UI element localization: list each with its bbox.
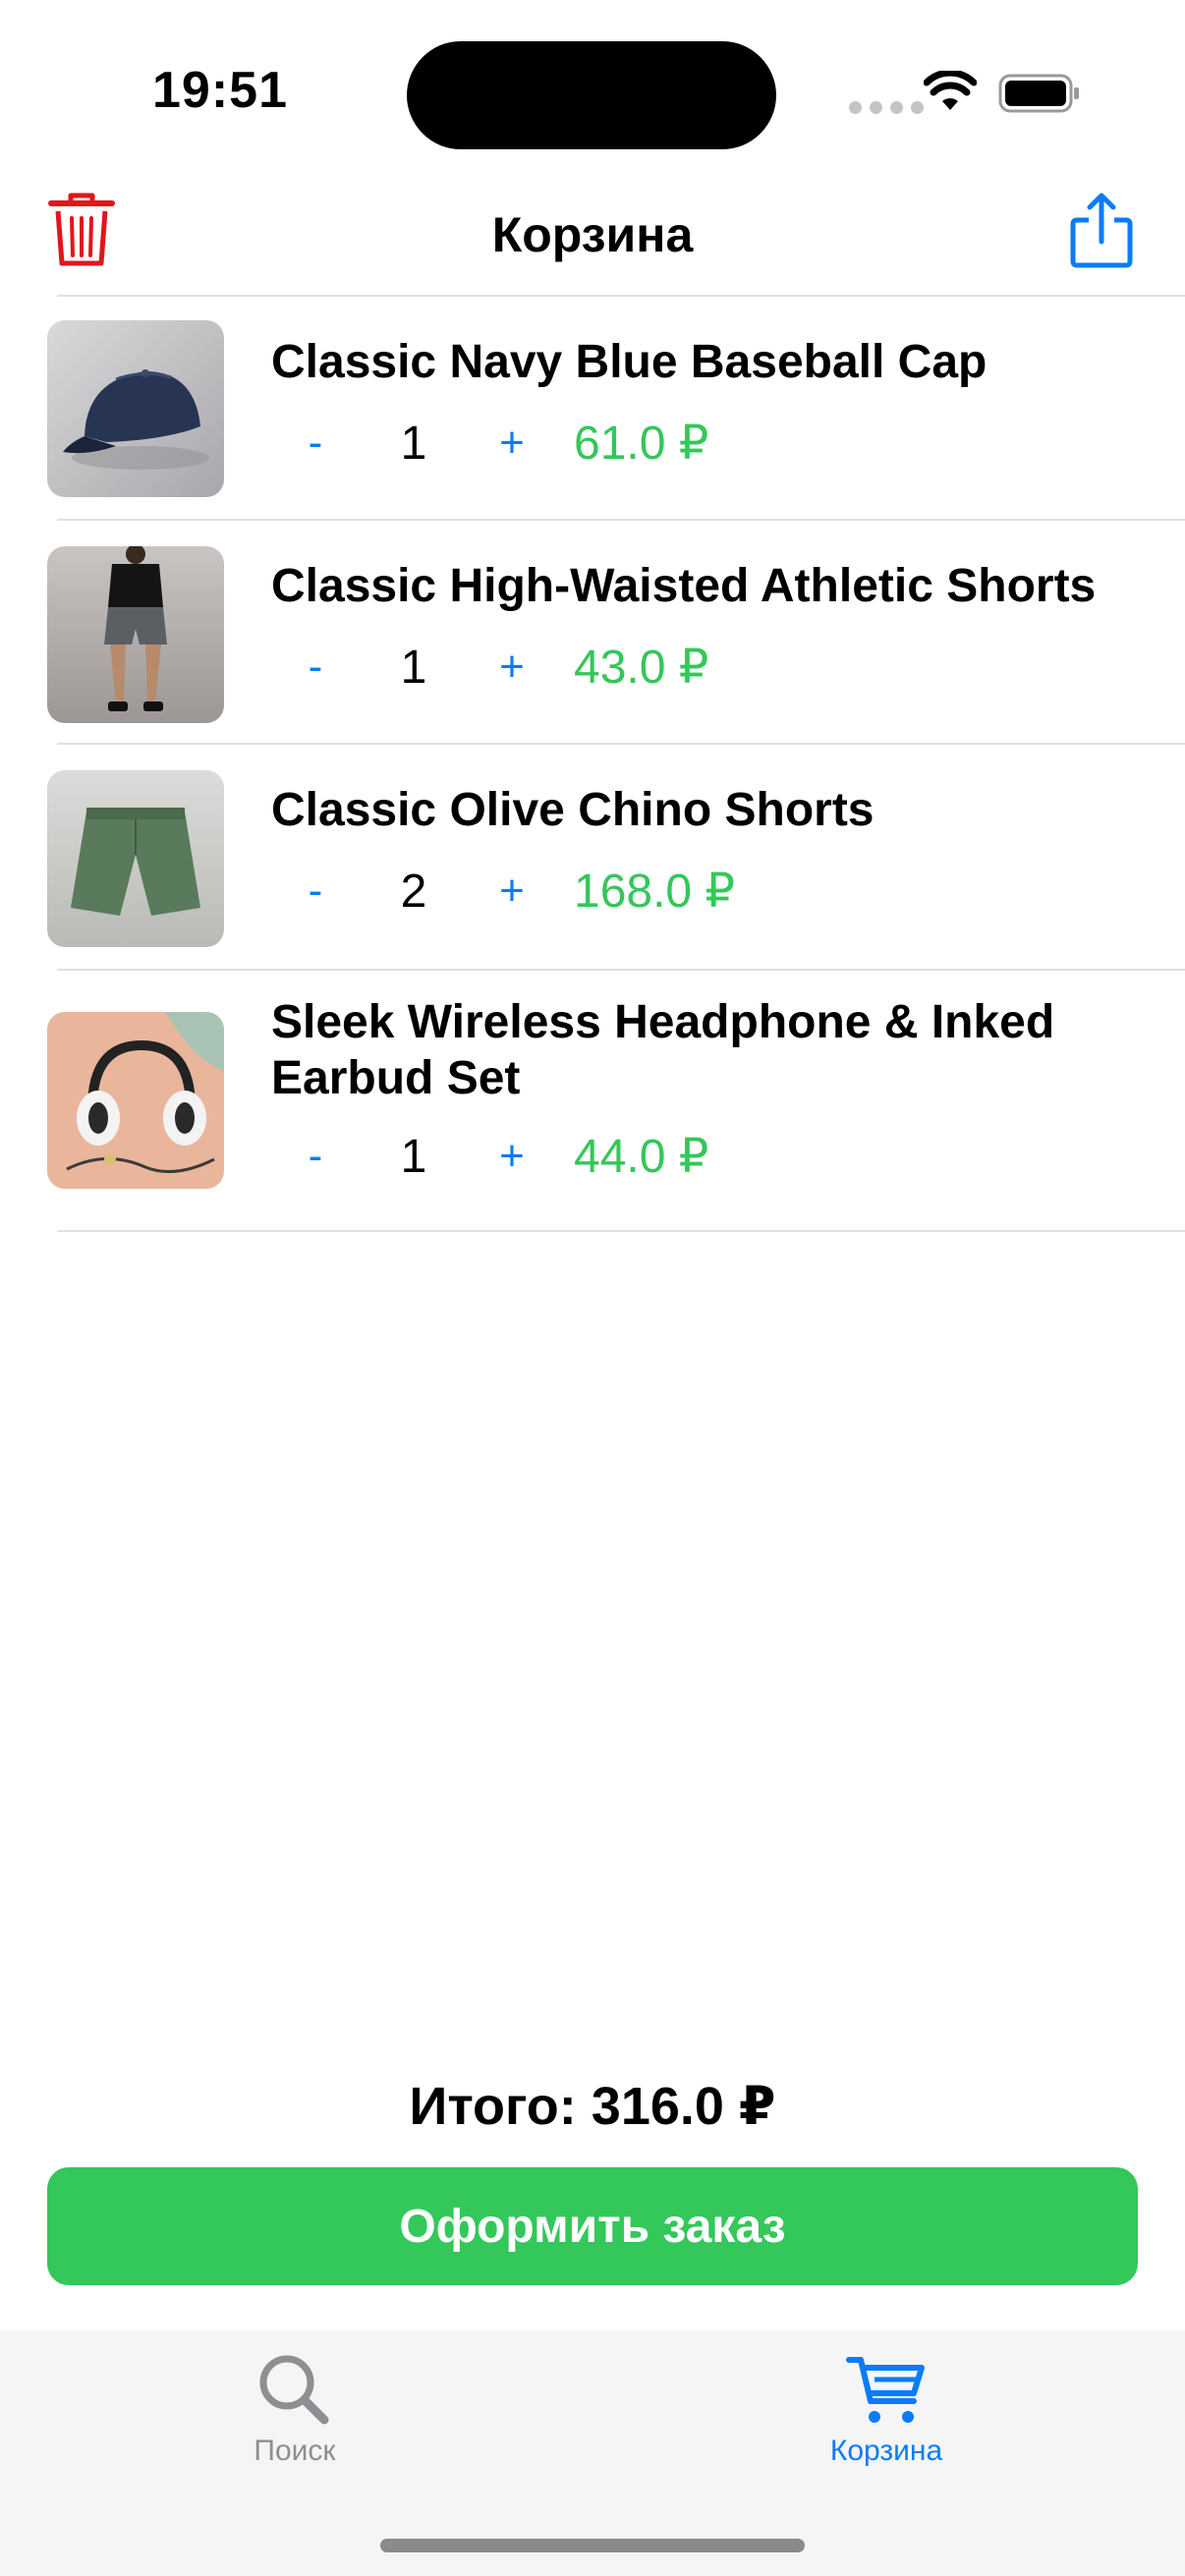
checkout-button[interactable]: Оформить заказ: [47, 2167, 1138, 2285]
product-title: Classic High-Waisted Athletic Shorts: [271, 560, 1097, 612]
product-price: 43.0 ₽: [574, 642, 709, 694]
status-time: 19:51: [152, 62, 288, 119]
tab-cart[interactable]: Корзина: [739, 2352, 1034, 2468]
magnifying-glass-icon: [259, 2355, 329, 2425]
tab-label: Поиск: [254, 2435, 336, 2467]
increase-quantity-button[interactable]: +: [468, 419, 556, 468]
home-indicator[interactable]: [380, 2539, 805, 2552]
product-price: 61.0 ₽: [574, 418, 709, 470]
page-title: Корзина: [491, 207, 694, 262]
decrease-quantity-button[interactable]: -: [271, 867, 360, 916]
dynamic-island: [407, 41, 776, 149]
product-price: 168.0 ₽: [574, 866, 735, 918]
decrease-quantity-button[interactable]: -: [271, 419, 360, 468]
product-image-athletic-shorts: [47, 546, 224, 723]
row-divider: [57, 1230, 1185, 1232]
decrease-quantity-button[interactable]: -: [271, 643, 360, 692]
share-icon[interactable]: [1069, 191, 1134, 269]
product-title: Classic Navy Blue Baseball Cap: [271, 336, 988, 388]
order-total: Итого: 316.0 ₽: [409, 2077, 776, 2136]
cart-icon: [846, 2357, 925, 2423]
quantity-stepper: - 1 + 44.0 ₽: [271, 1122, 709, 1191]
product-title: Classic Olive Chino Shorts: [271, 784, 875, 836]
quantity-stepper: - 2 + 168.0 ₽: [271, 857, 735, 925]
battery-icon: [998, 74, 1079, 113]
navigation-bar: Корзина: [0, 187, 1185, 297]
quantity-stepper: - 1 + 61.0 ₽: [271, 409, 709, 477]
tab-label: Корзина: [829, 2435, 943, 2467]
quantity-stepper: - 1 + 43.0 ₽: [271, 633, 709, 701]
product-image-chino-shorts: [47, 770, 224, 947]
product-price: 44.0 ₽: [574, 1131, 709, 1183]
decrease-quantity-button[interactable]: -: [271, 1132, 360, 1181]
increase-quantity-button[interactable]: +: [468, 643, 556, 692]
product-image-cap: [47, 320, 224, 497]
wifi-icon: [924, 71, 977, 110]
tab-search[interactable]: Поиск: [147, 2352, 442, 2468]
cart-item[interactable]: Classic Navy Blue Baseball Cap - 1 + 61.…: [0, 297, 1185, 521]
quantity-value: 1: [400, 1130, 427, 1183]
product-image-headphones: [47, 1012, 224, 1189]
cart-item[interactable]: Sleek Wireless Headphone & Inked Earbud …: [0, 971, 1185, 1232]
quantity-value: 1: [400, 641, 427, 694]
quantity-value: 1: [400, 417, 427, 470]
quantity-value: 2: [400, 865, 427, 918]
product-title: Sleek Wireless Headphone & Inked Earbud …: [271, 996, 1055, 1104]
cellular-signal-icon: [849, 101, 924, 114]
increase-quantity-button[interactable]: +: [468, 867, 556, 916]
status-bar: 19:51: [0, 0, 1185, 187]
increase-quantity-button[interactable]: +: [468, 1132, 556, 1181]
cart-item[interactable]: Classic High-Waisted Athletic Shorts - 1…: [0, 521, 1185, 745]
cart-item[interactable]: Classic Olive Chino Shorts - 2 + 168.0 ₽: [0, 745, 1185, 971]
cart-list: Classic Navy Blue Baseball Cap - 1 + 61.…: [0, 297, 1185, 1232]
